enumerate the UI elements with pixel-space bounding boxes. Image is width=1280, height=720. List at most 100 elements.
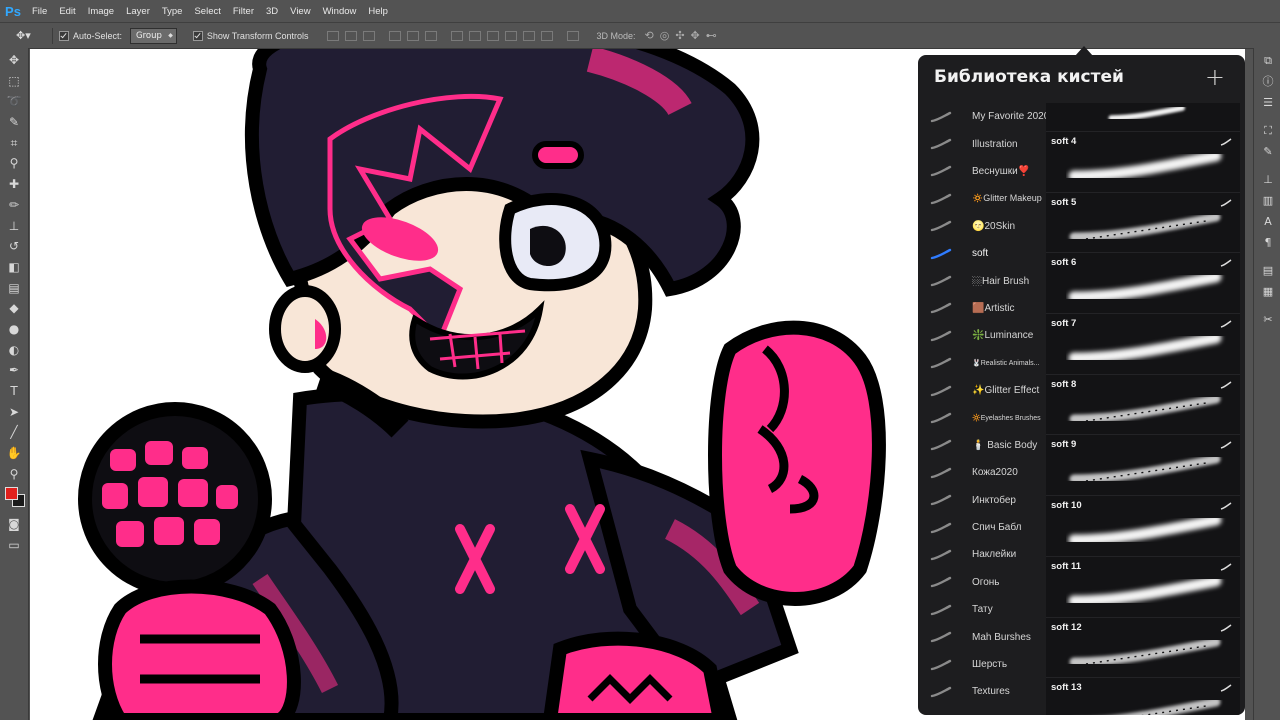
show-transform-checkbox[interactable]: Show Transform Controls [192,30,308,41]
distribute-right-icon[interactable] [541,30,554,41]
distribute-top-icon[interactable] [451,30,464,41]
menu-window[interactable]: Window [317,6,363,17]
brush-set-item[interactable]: Наклейки [918,541,1048,568]
brush-set-item[interactable]: Спич Бабл [918,514,1048,541]
clone-stamp-icon[interactable]: ⊥ [6,218,22,234]
brush-preview[interactable]: soft 7 [1046,314,1240,375]
history-icon[interactable]: ⧉ [1260,53,1276,69]
pan-icon[interactable]: ✣ [675,29,684,42]
layers-icon[interactable]: ☰ [1260,95,1276,111]
character-icon[interactable]: A [1260,214,1276,230]
auto-align-icon[interactable] [567,30,580,41]
brush-set-item[interactable]: Illustration [918,130,1048,157]
plus-icon[interactable]: + [1205,63,1225,91]
align-center-icon[interactable] [407,30,420,41]
menu-file[interactable]: File [26,6,53,17]
screen-mode-icon[interactable]: ▭ [6,537,22,553]
menu-type[interactable]: Type [156,6,189,17]
align-middle-icon[interactable] [345,30,358,41]
zoom-tool-icon[interactable]: ⚲ [6,466,22,482]
brush-set-item[interactable]: ✨Glitter Effect [918,377,1048,404]
scale-icon[interactable]: ⊷ [706,29,717,42]
brush-tool-icon[interactable]: ✏ [6,197,22,213]
menu-edit[interactable]: Edit [53,6,81,17]
paint-bucket-icon[interactable]: ◆ [6,300,22,316]
roll-icon[interactable]: ◎ [660,29,670,42]
brush-set-item[interactable]: Textures [918,678,1048,705]
brush-set-item[interactable]: Веснушки❣️ [918,158,1048,185]
brush-set-item[interactable]: 🕯️ Basic Body [918,432,1048,459]
info-icon[interactable]: ⓘ [1260,74,1276,90]
brush-set-item[interactable]: Тату [918,596,1048,623]
brush-set-item[interactable]: Mah Burshes [918,623,1048,650]
color-swatches[interactable] [4,486,28,512]
clone-source-icon[interactable]: ⊥ [1260,172,1276,188]
move-tool-icon[interactable]: ✥▾ [16,29,46,42]
brush-set-item[interactable]: Шерсть [918,651,1048,678]
brush-set-item[interactable]: ❇️Luminance [918,322,1048,349]
brush-preview[interactable] [1046,103,1240,132]
brush-preview[interactable]: soft 6 [1046,253,1240,315]
eraser-tool-icon[interactable]: ◧ [6,259,22,275]
brush-presets-icon[interactable]: ✎ [1260,144,1276,160]
lasso-tool-icon[interactable]: ➰ [6,93,22,109]
dodge-tool-icon[interactable]: ◐ [6,342,22,358]
orbit-icon[interactable]: ⟲ [645,29,654,42]
crop-tool-icon[interactable]: ⌗ [6,135,22,151]
type-tool-icon[interactable]: T [6,383,22,399]
align-bottom-icon[interactable] [363,30,376,41]
history-brush-icon[interactable]: ↺ [6,238,22,254]
blur-tool-icon[interactable]: ● [6,321,22,337]
move-tool-icon[interactable]: ✥ [6,52,22,68]
paragraph-icon[interactable]: ¶ [1260,235,1276,251]
brush-set-item[interactable]: 🐰Realistic Animals... [918,350,1048,377]
adjustments-icon[interactable]: ▥ [1260,193,1276,209]
brush-set-item[interactable]: 🔆Eyelashes Brushes [918,404,1048,431]
menu-select[interactable]: Select [188,6,226,17]
align-left-icon[interactable] [389,30,402,41]
brush-preview[interactable]: soft 4 [1046,132,1240,193]
brush-set-item[interactable]: 🔅Glitter Makeup [918,185,1048,212]
brush-set-item[interactable]: 🟫Artistic [918,295,1048,322]
foreground-color-swatch[interactable] [5,487,18,501]
brush-preview[interactable]: soft 13 [1046,678,1240,715]
gradient-tool-icon[interactable]: ▤ [6,280,22,296]
menu-layer[interactable]: Layer [120,6,156,17]
brush-set-item[interactable]: soft [918,240,1048,267]
brush-preview[interactable]: soft 11 [1046,557,1240,618]
brush-set-item[interactable]: My Favorite 2020 [918,103,1048,130]
brush-set-item[interactable]: 🌝20Skin [918,213,1048,240]
hand-tool-icon[interactable]: ✋ [6,445,22,461]
brush-set-item[interactable]: Огонь [918,569,1048,596]
brush-preview[interactable]: soft 12 [1046,618,1240,679]
navigator-icon[interactable]: ⛶ [1260,123,1276,139]
properties-icon[interactable]: ▤ [1260,263,1276,279]
distribute-bottom-icon[interactable] [487,30,500,41]
brush-preview[interactable]: soft 5 [1046,193,1240,254]
auto-select-checkbox[interactable]: Auto-Select: [59,30,122,41]
brush-preview[interactable]: soft 9 [1046,435,1240,497]
menu-view[interactable]: View [284,6,316,17]
brush-set-item[interactable]: 🏼Hair Brush [918,267,1048,294]
path-select-icon[interactable]: ➤ [6,404,22,420]
marquee-tool-icon[interactable]: ⬚ [6,73,22,89]
auto-select-dropdown[interactable]: Group [130,27,177,44]
tool-presets-icon[interactable]: ✂ [1260,312,1276,328]
brush-preview[interactable]: soft 8 [1046,375,1240,436]
notes-icon[interactable]: ▦ [1260,284,1276,300]
brush-set-item[interactable]: Инктобер [918,486,1048,513]
menu-help[interactable]: Help [362,6,394,17]
menu-image[interactable]: Image [82,6,120,17]
healing-brush-icon[interactable]: ✚ [6,176,22,192]
slide-icon[interactable]: ✥ [691,29,700,42]
distribute-left-icon[interactable] [505,30,518,41]
eyedropper-icon[interactable]: ⚲ [6,155,22,171]
quick-mask-icon[interactable]: ◙ [6,516,22,532]
menu-3d[interactable]: 3D [260,6,284,17]
line-tool-icon[interactable]: ╱ [6,424,22,440]
brush-set-item[interactable]: Кожа2020 [918,459,1048,486]
menu-filter[interactable]: Filter [227,6,260,17]
quick-select-icon[interactable]: ✎ [6,114,22,130]
align-top-icon[interactable] [327,30,340,41]
distribute-center-icon[interactable] [523,30,536,41]
